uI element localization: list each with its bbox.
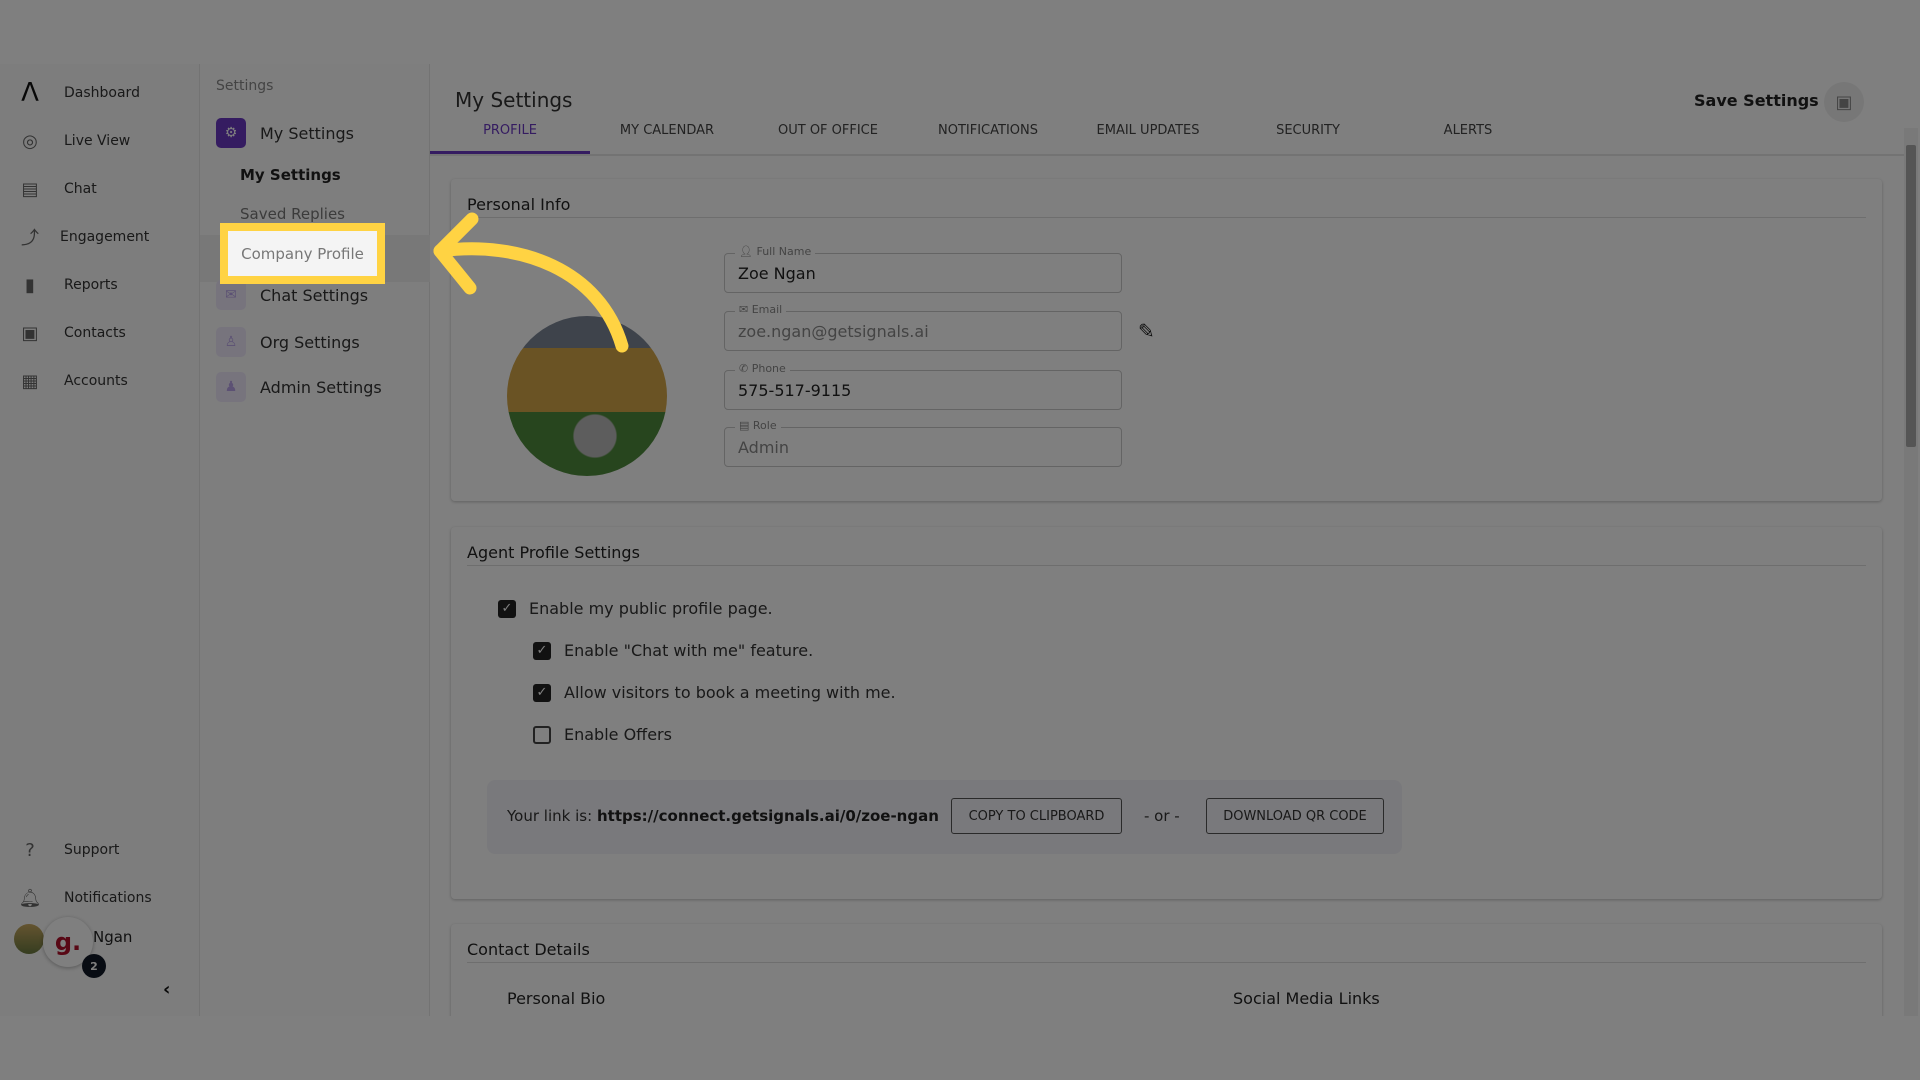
pointer-arrow-icon (433, 212, 629, 353)
